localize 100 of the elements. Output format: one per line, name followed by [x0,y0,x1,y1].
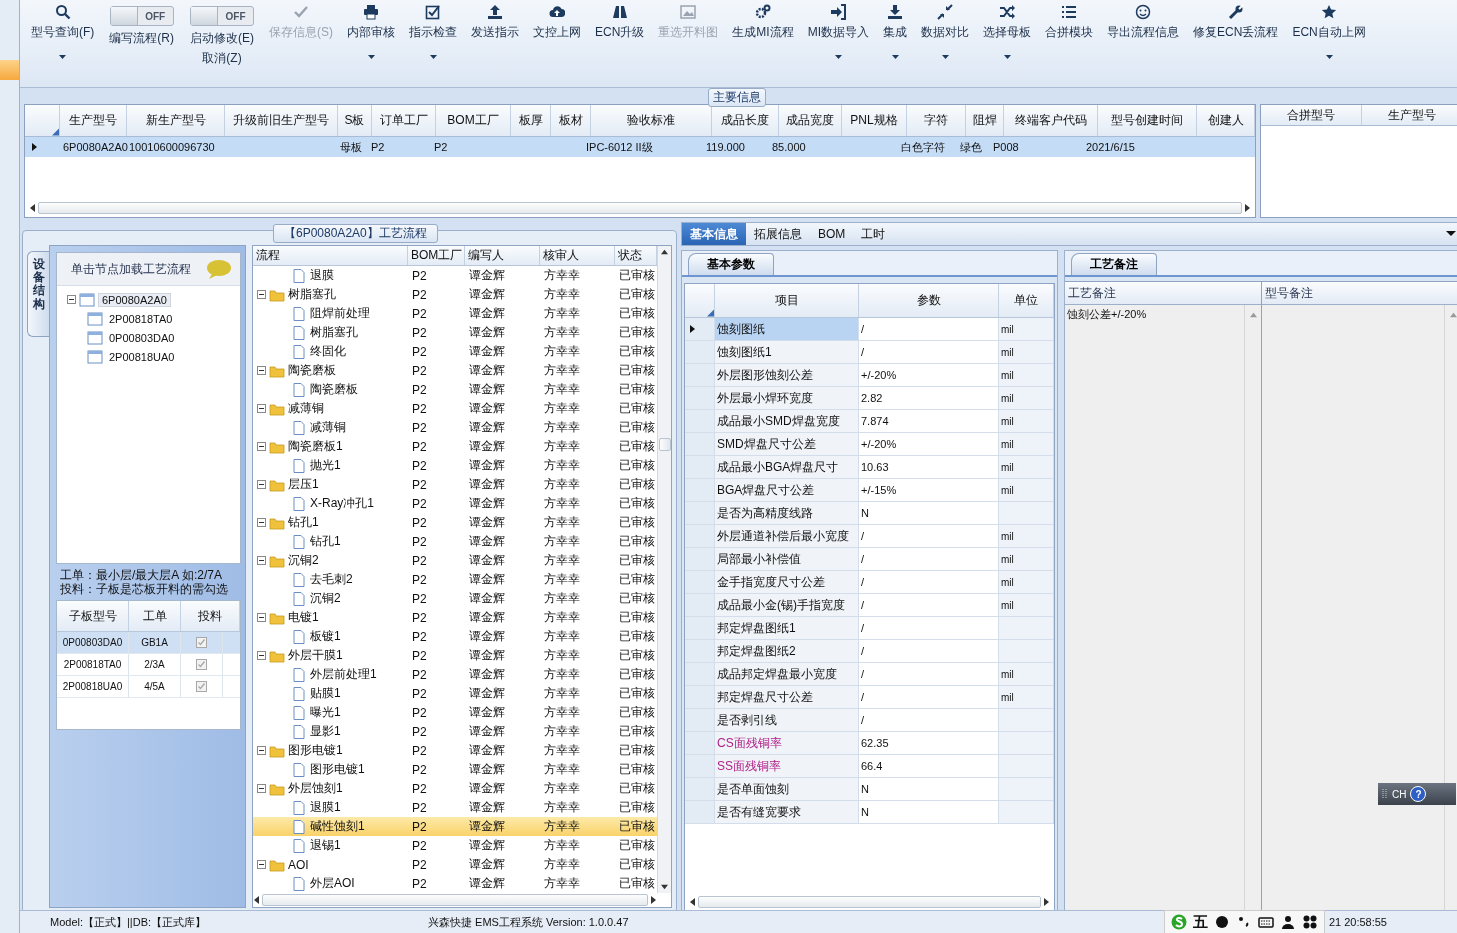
node-label[interactable]: 6P0080A2A0 [98,292,171,307]
table-row[interactable]: CS面残铜率 62.35 [685,732,1054,755]
table-row[interactable]: 外层蚀刻1 P2 谭金辉 方幸幸 已审核 [253,779,657,798]
scroll-up-icon[interactable] [661,248,668,256]
table-row[interactable]: 外层AOI P2 谭金辉 方幸幸 已审核 [253,874,657,893]
collapse-icon[interactable] [257,613,266,622]
toolbar-button[interactable]: 集成 [876,4,915,76]
column-header[interactable]: 生产型号 [1362,105,1457,125]
table-row[interactable]: 贴膜1 P2 谭金辉 方幸幸 已审核 [253,684,657,703]
collapse-icon[interactable] [67,295,76,304]
table-row[interactable]: AOI P2 谭金辉 方幸幸 已审核 [253,855,657,874]
collapse-icon[interactable] [257,556,266,565]
column-header[interactable]: 终端客户代码 [1004,105,1098,136]
table-row[interactable]: 局部最小补偿值 / mil [685,548,1054,571]
table-row[interactable]: 沉铜2 P2 谭金辉 方幸幸 已审核 [253,551,657,570]
table-row[interactable]: 金手指宽度尺寸公差 / mil [685,571,1054,594]
collapse-icon[interactable] [257,746,266,755]
scroll-down-icon[interactable] [661,883,668,891]
toolbar-button[interactable]: 型号查询(F) [24,4,102,76]
table-row[interactable]: 图形电镀1 P2 谭金辉 方幸幸 已审核 [253,741,657,760]
table-row[interactable]: 陶瓷磨板 P2 谭金辉 方幸幸 已审核 [253,380,657,399]
side-tab[interactable]: 设备结构 [27,251,49,337]
scroll-right-icon[interactable] [650,896,657,904]
toolbar-button[interactable]: 指示检查 [402,4,464,76]
table-row[interactable]: SMD焊盘尺寸公差 +/-20% mil [685,433,1054,456]
column-header[interactable]: 板材 [551,105,591,136]
column-header[interactable]: 单位 [999,284,1054,317]
table-row[interactable]: 显影1 P2 谭金辉 方幸幸 已审核 [253,722,657,741]
grid-icon[interactable] [1301,914,1318,930]
grip-icon[interactable] [1382,788,1388,800]
table-row[interactable]: 板镀1 P2 谭金辉 方幸幸 已审核 [253,627,657,646]
table-row[interactable]: 陶瓷磨板1 P2 谭金辉 方幸幸 已审核 [253,437,657,456]
table-row[interactable]: 图形电镀1 P2 谭金辉 方幸幸 已审核 [253,760,657,779]
column-header[interactable]: 升级前旧生产型号 [225,105,338,136]
table-row[interactable]: 蚀刻图纸 / mil [685,318,1054,341]
column-header[interactable]: BOM工厂 [408,246,465,265]
table-row[interactable]: 钻孔1 P2 谭金辉 方幸幸 已审核 [253,532,657,551]
table-row[interactable]: 阻焊前处理 P2 谭金辉 方幸幸 已审核 [253,304,657,323]
help-button[interactable]: ? [1410,786,1427,802]
toolbar-button[interactable]: 内部审核 [340,4,402,76]
table-row[interactable]: 减薄铜 P2 谭金辉 方幸幸 已审核 [253,418,657,437]
collapse-icon[interactable] [257,784,266,793]
table-row[interactable]: BGA焊盘尺寸公差 +/-15% mil [685,479,1054,502]
table-row[interactable]: 外层干膜1 P2 谭金辉 方幸幸 已审核 [253,646,657,665]
column-header[interactable]: 核审人 [540,246,615,265]
collapse-icon[interactable] [257,366,266,375]
collapse-icon[interactable] [257,480,266,489]
scroll-left-icon[interactable] [29,204,36,212]
horizontal-scrollbar[interactable] [29,201,1251,215]
toolbar-button[interactable]: MI数据导入 [800,4,877,76]
tab[interactable]: 拓展信息 [746,223,810,245]
column-header[interactable]: 生产型号 [60,105,127,136]
scroll-left-icon[interactable] [253,896,260,904]
horizontal-scrollbar[interactable] [253,893,657,907]
toolbar-button[interactable]: ECN升级 [588,4,652,76]
table-row[interactable]: X-Ray冲孔1 P2 谭金辉 方幸幸 已审核 [253,494,657,513]
table-row[interactable]: 成品邦定焊盘最小宽度 / mil [685,663,1054,686]
language-text[interactable]: CH [1392,788,1407,800]
column-header[interactable]: 板厚 [511,105,551,136]
toolbar-button[interactable]: 导出流程信息 [1100,4,1187,76]
toggle-switch[interactable]: OFF [109,6,174,26]
horizontal-scrollbar[interactable] [689,895,1050,909]
collapse-icon[interactable] [257,442,266,451]
collapse-icon[interactable] [257,518,266,527]
column-header[interactable]: 子板型号 [57,601,129,631]
dropdown-icon[interactable] [1446,231,1456,236]
column-header[interactable]: BOM工厂 [436,105,511,136]
node-label[interactable]: 0P00803DA0 [106,331,178,344]
tab[interactable]: 工艺备注 [1071,253,1157,275]
table-row[interactable]: 成品最小BGA焊盘尺寸 10.63 mil [685,456,1054,479]
toolbar-button[interactable]: 发送指示 [464,4,526,76]
table-row[interactable]: 邦定焊盘尺寸公差 / mil [685,686,1054,709]
scroll-left-icon[interactable] [689,898,696,906]
toolbar-button[interactable]: 修复ECN丢流程 [1186,4,1286,76]
table-row[interactable]: 邦定焊盘图纸2 / [685,640,1054,663]
column-header[interactable]: 投料 [181,601,240,631]
column-header[interactable]: 项目 [715,284,859,317]
toolbar-button[interactable]: 合拼模块 [1038,4,1101,76]
tab[interactable]: 工时 [853,223,894,245]
user-icon[interactable] [1279,914,1296,930]
column-header[interactable]: 订单工厂 [372,105,436,136]
toolbar-button[interactable]: 文控上网 [526,4,588,76]
table-row[interactable]: 沉铜2 P2 谭金辉 方幸幸 已审核 [253,589,657,608]
column-header[interactable]: 成品宽度 [779,105,842,136]
toggle-switch[interactable]: OFF [190,6,254,26]
table-row[interactable]: 树脂塞孔 P2 谭金辉 方幸幸 已审核 [253,323,657,342]
vertical-scrollbar[interactable] [657,246,671,893]
logo-icon[interactable] [1170,914,1187,930]
column-header[interactable]: 合拼型号 [1261,105,1362,125]
table-row[interactable]: 树脂塞孔 P2 谭金辉 方幸幸 已审核 [253,285,657,304]
collapse-icon[interactable] [257,860,266,869]
table-row[interactable]: 碱性蚀刻1 P2 谭金辉 方幸幸 已审核 [253,817,657,836]
table-row[interactable]: 是否为高精度线路 N [685,502,1054,525]
table-row[interactable]: 是否有缝宽要求 N [685,801,1054,824]
table-row[interactable]: 外层图形蚀刻公差 +/-20% mil [685,364,1054,387]
column-header[interactable]: 阻焊 [966,105,1004,136]
table-row[interactable]: 去毛刺2 P2 谭金辉 方幸幸 已审核 [253,570,657,589]
tab[interactable]: BOM [810,223,854,245]
table-row[interactable]: 抛光1 P2 谭金辉 方幸幸 已审核 [253,456,657,475]
table-row[interactable]: 退膜1 P2 谭金辉 方幸幸 已审核 [253,798,657,817]
